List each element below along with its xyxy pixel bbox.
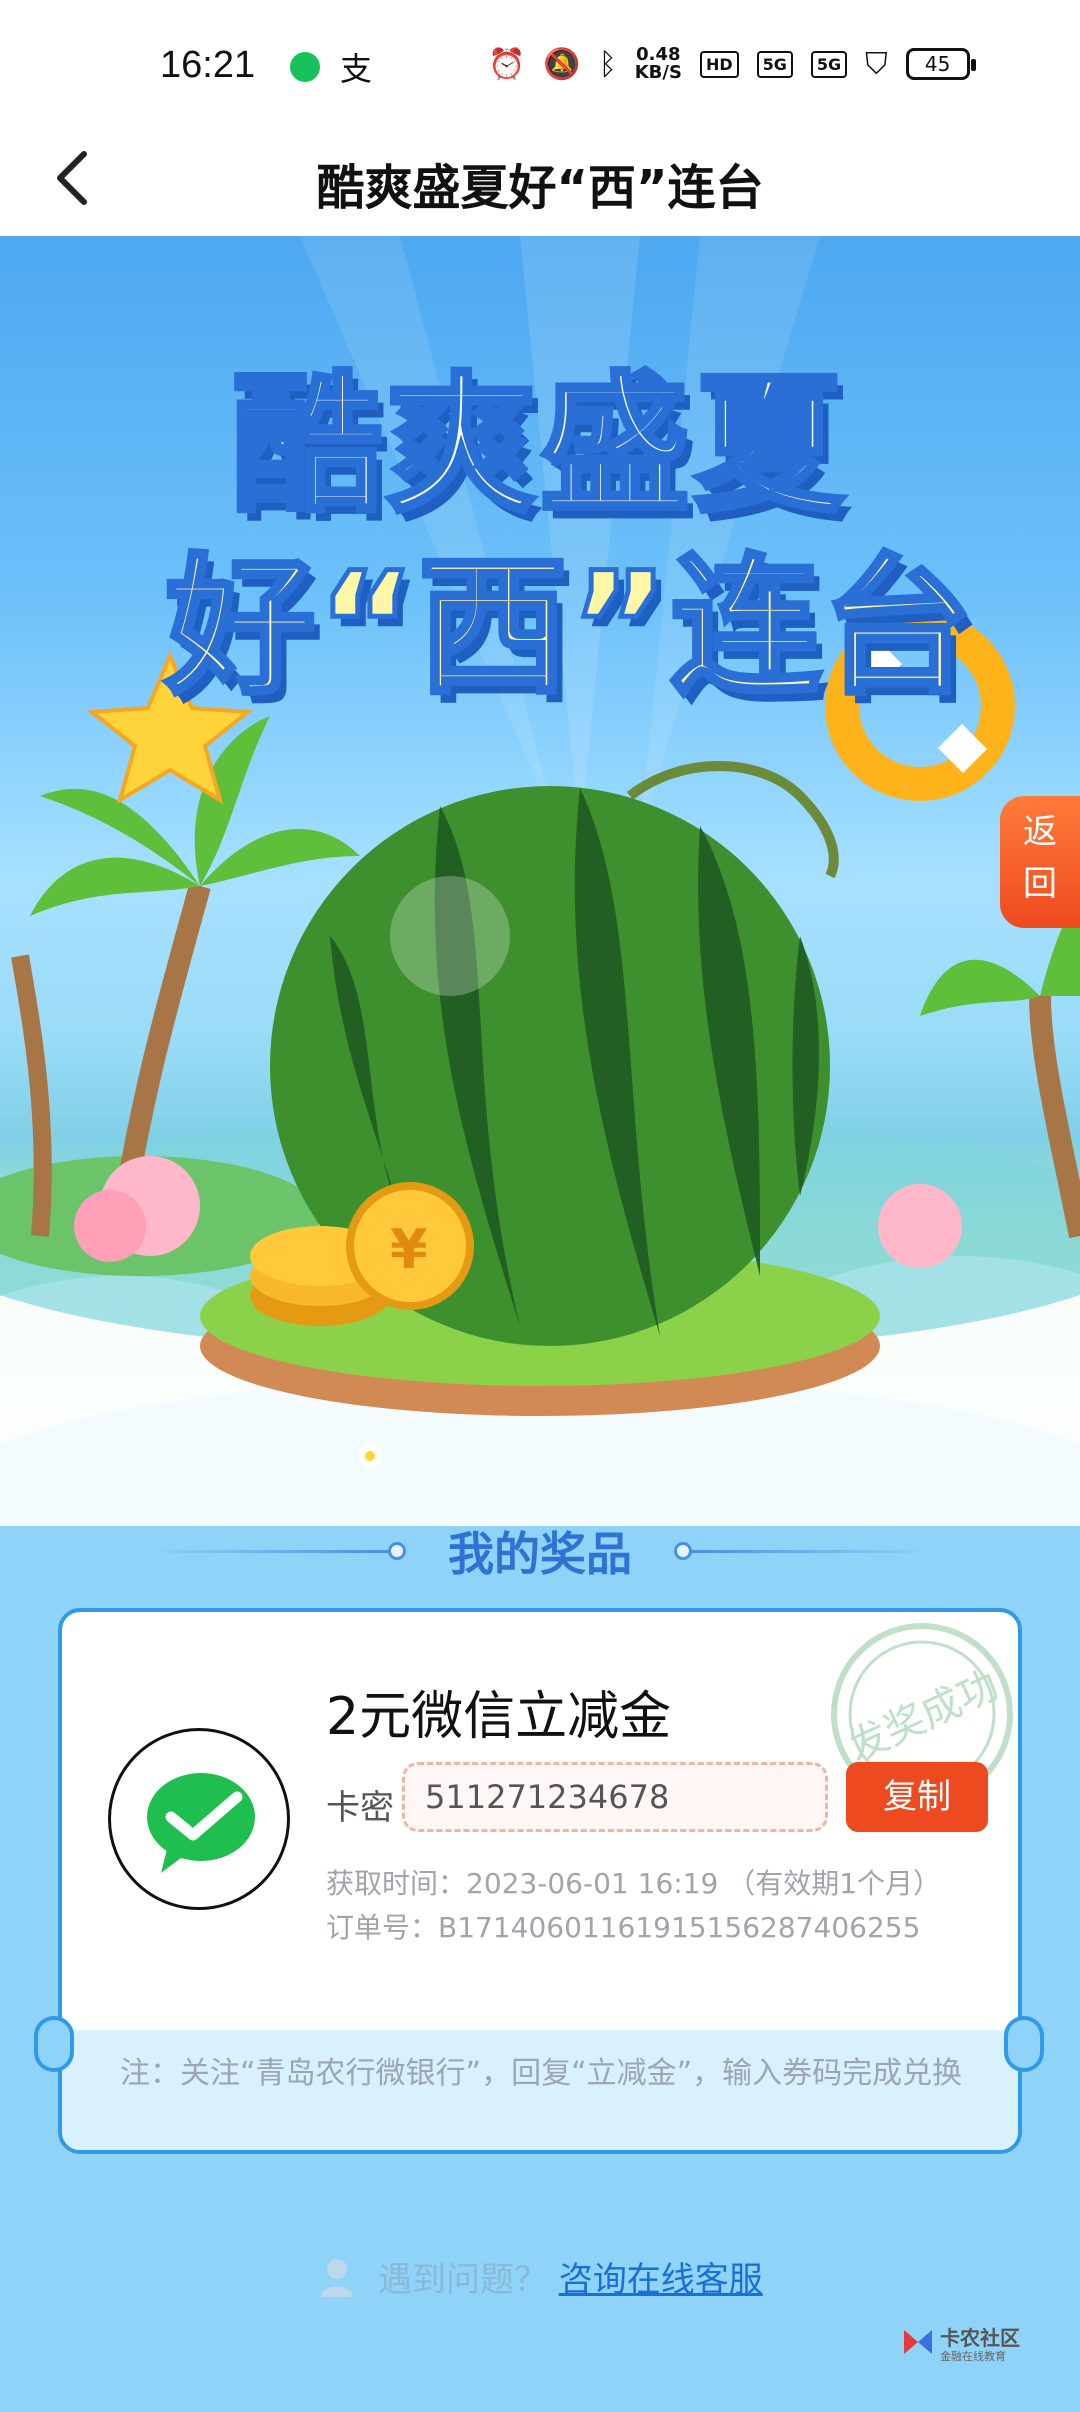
obtain-time: 获取时间：2023-06-01 16:19 （有效期1个月） [326, 1867, 942, 1900]
online-service-link[interactable]: 咨询在线客服 [559, 2260, 763, 2300]
battery-icon: 45 [905, 48, 976, 80]
network-speed: 0.48 KB/S [635, 46, 682, 82]
mute-icon: 🔕 [543, 46, 581, 82]
code-value-field[interactable]: 511271234678 [402, 1762, 828, 1832]
code-label: 卡密 [326, 1788, 394, 1828]
status-bar: 16:21 支 ⏰ 🔕 ᛒ 0.48 KB/S HD 5G 5G ⛉ 45 [0, 0, 1080, 120]
alarm-icon: ⏰ [488, 46, 526, 82]
card-notch-left [34, 2016, 74, 2072]
watermark: 卡农社区 金融在线教育 [900, 2320, 1030, 2370]
prize-card: 发奖成功 2元微信立减金 卡密 511271234678 复制 获取时间：202… [58, 1608, 1022, 2154]
hero-banner: ¥ 酷爽盛夏 好“西”连台 返回 [0, 236, 1080, 1526]
message-notification-icon [290, 52, 320, 82]
return-button[interactable]: 返回 [1000, 796, 1080, 928]
bluetooth-icon: ᛒ [598, 46, 617, 82]
heading-divider-right [690, 1550, 930, 1553]
hd-badge: HD [699, 50, 739, 78]
page-title: 酷爽盛夏好“西”连台 [316, 160, 764, 216]
prize-name: 2元微信立减金 [326, 1687, 672, 1747]
card-notch-right [1004, 2016, 1044, 2072]
order-number: 订单号：B17140601161915156287406255 [326, 1911, 921, 1944]
hero-title-line2: 好“西”连台 [163, 539, 975, 718]
coin-symbol: ¥ [390, 1218, 428, 1281]
prize-section-header: 我的奖品 [0, 1510, 1080, 1590]
shield-icon: ⛉ [865, 46, 888, 82]
help-row: 遇到问题？ 咨询在线客服 [0, 2252, 1080, 2301]
speed-unit: KB/S [634, 62, 682, 83]
wechat-pay-icon [147, 1773, 255, 1873]
status-time: 16:21 [160, 44, 256, 86]
status-icons: ⏰ 🔕 ᛒ 0.48 KB/S HD 5G 5G ⛉ 45 [488, 46, 976, 82]
return-label: 返回 [1023, 812, 1057, 904]
signal-2-icon: 5G [810, 50, 848, 78]
customer-service-icon [321, 2258, 354, 2297]
wechat-logo [108, 1728, 290, 1910]
alipay-icon: 支 [340, 50, 373, 88]
nav-bar: 酷爽盛夏好“西”连台 [0, 120, 1080, 236]
help-question: 遇到问题？ [378, 2260, 548, 2300]
redeem-note: 注：关注“青岛农行微银行”，回复“立减金”，输入券码完成兑换 [120, 2056, 963, 2091]
watermark-sub: 金融在线教育 [940, 2350, 1006, 2363]
signal-1-icon: 5G [756, 50, 793, 78]
watermark-text: 卡农社区 [940, 2326, 1020, 2350]
kanong-logo [904, 2330, 932, 2354]
copy-button[interactable]: 复制 [846, 1762, 988, 1832]
